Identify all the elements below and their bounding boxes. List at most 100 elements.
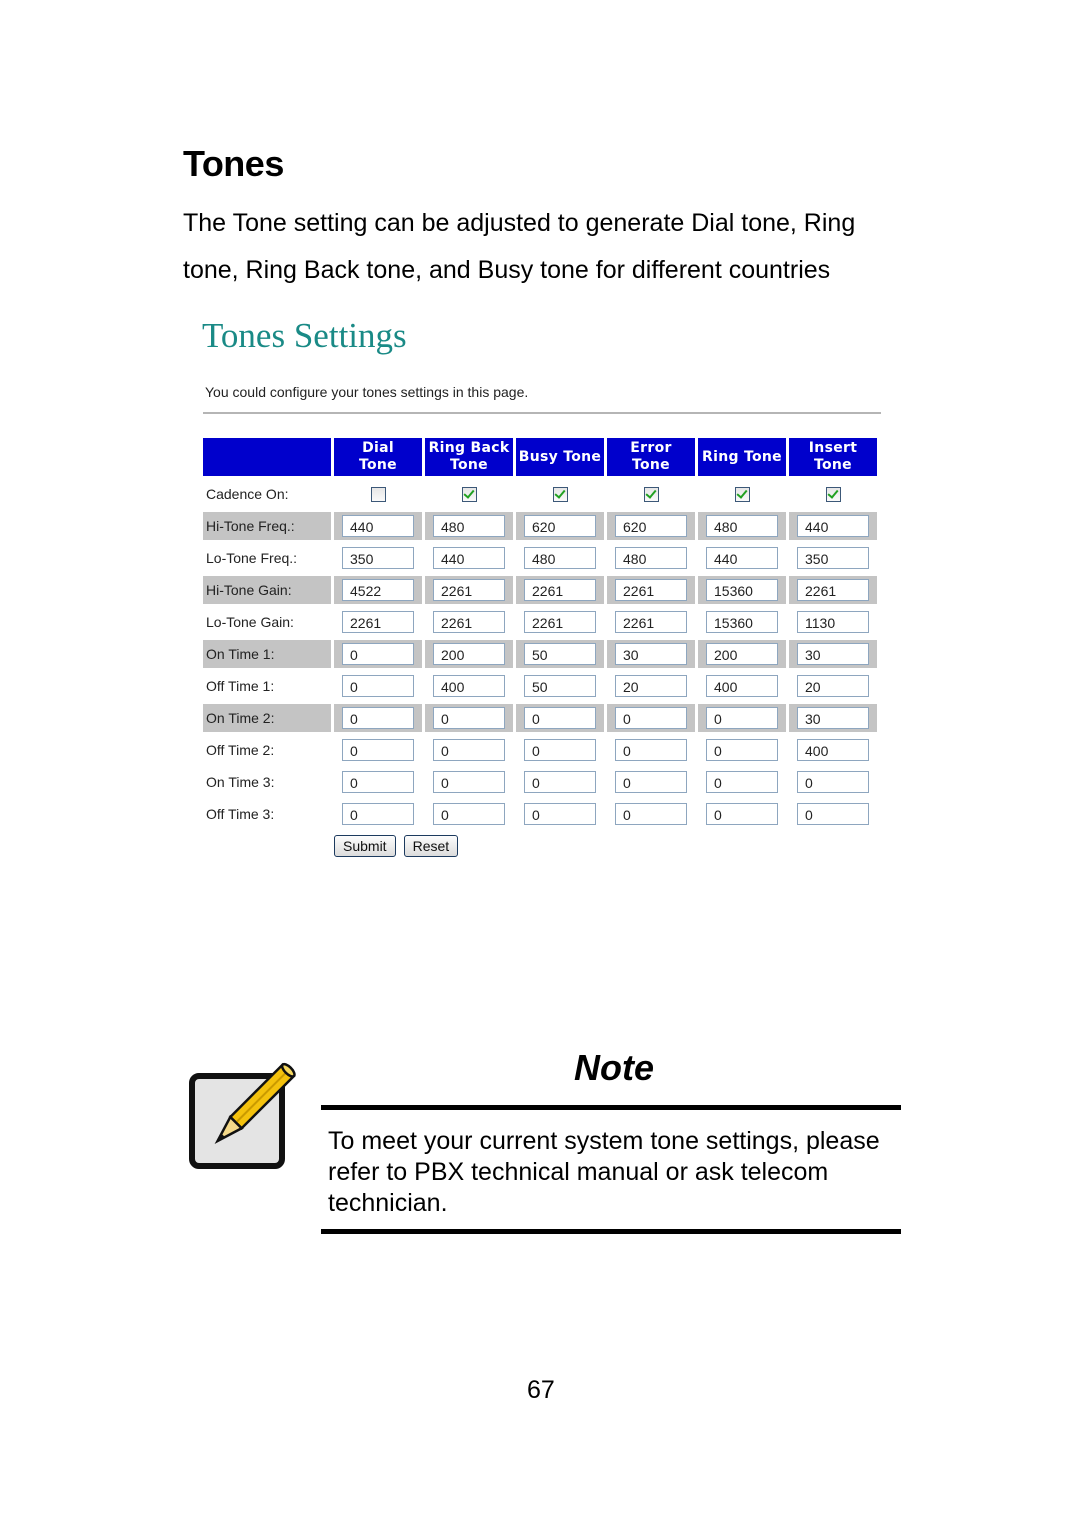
table-row: On Time 2: 0 0 0 0 0 30 — [203, 704, 877, 732]
submit-button[interactable]: Submit — [334, 835, 396, 857]
document-title: Tones — [183, 143, 284, 184]
cadence-checkbox-ring-tone[interactable] — [734, 487, 750, 503]
page-number: 67 — [527, 1376, 555, 1404]
value-input-ring-back-tone[interactable]: 200 — [433, 643, 505, 665]
table-row: On Time 3: 0 0 0 0 0 0 — [203, 768, 877, 796]
value-input-ring-back-tone[interactable]: 0 — [433, 803, 505, 825]
value-input-dial-tone[interactable]: 0 — [342, 771, 414, 793]
value-input-ring-back-tone[interactable]: 0 — [433, 707, 505, 729]
value-input-ring-tone[interactable]: 0 — [706, 739, 778, 761]
value-input-dial-tone[interactable]: 0 — [342, 675, 414, 697]
value-input-insert-tone[interactable]: 440 — [797, 515, 869, 537]
value-input-dial-tone[interactable]: 0 — [342, 707, 414, 729]
value-input-ring-tone[interactable]: 15360 — [706, 579, 778, 601]
value-input-ring-tone[interactable]: 400 — [706, 675, 778, 697]
value-input-error-tone[interactable]: 20 — [615, 675, 687, 697]
row-label: Hi-Tone Freq.: — [203, 512, 331, 540]
value-input-ring-back-tone[interactable]: 440 — [433, 547, 505, 569]
button-row: Submit Reset — [203, 832, 877, 860]
value-input-dial-tone[interactable]: 0 — [342, 803, 414, 825]
row-label: Cadence On: — [206, 486, 289, 502]
value-input-insert-tone[interactable]: 350 — [797, 547, 869, 569]
value-input-error-tone[interactable]: 620 — [615, 515, 687, 537]
value-input-ring-back-tone[interactable]: 480 — [433, 515, 505, 537]
value-input-busy-tone[interactable]: 0 — [524, 771, 596, 793]
table-row: On Time 1: 0 200 50 30 200 30 — [203, 640, 877, 668]
value-input-busy-tone[interactable]: 0 — [524, 739, 596, 761]
value-input-insert-tone[interactable]: 1130 — [797, 611, 869, 633]
row-label: Off Time 2: — [206, 742, 275, 758]
tones-settings-title: Tones Settings — [202, 316, 407, 355]
value-input-insert-tone[interactable]: 400 — [797, 739, 869, 761]
value-input-dial-tone[interactable]: 350 — [342, 547, 414, 569]
column-header-insert-tone: Insert Tone — [789, 438, 877, 476]
value-input-error-tone[interactable]: 0 — [615, 771, 687, 793]
value-input-dial-tone[interactable]: 0 — [342, 739, 414, 761]
value-input-insert-tone[interactable]: 0 — [797, 803, 869, 825]
cadence-checkbox-busy-tone[interactable] — [552, 487, 568, 503]
value-input-busy-tone[interactable]: 2261 — [524, 579, 596, 601]
value-input-ring-back-tone[interactable]: 2261 — [433, 611, 505, 633]
value-input-dial-tone[interactable]: 440 — [342, 515, 414, 537]
column-header-busy-tone: Busy Tone — [516, 438, 604, 476]
value-input-ring-tone[interactable]: 440 — [706, 547, 778, 569]
value-input-dial-tone[interactable]: 0 — [342, 643, 414, 665]
column-header-line: Dial — [362, 440, 394, 456]
cadence-checkbox-dial-tone[interactable] — [370, 487, 386, 503]
column-header-line: Ring Back — [428, 440, 510, 456]
value-input-ring-tone[interactable]: 480 — [706, 515, 778, 537]
value-input-busy-tone[interactable]: 50 — [524, 643, 596, 665]
intro-paragraph: The Tone setting can be adjusted to gene… — [183, 209, 856, 284]
reset-button[interactable]: Reset — [403, 835, 459, 857]
value-input-ring-tone[interactable]: 0 — [706, 771, 778, 793]
value-input-ring-tone[interactable]: 200 — [706, 643, 778, 665]
value-input-busy-tone[interactable]: 2261 — [524, 611, 596, 633]
value-input-error-tone[interactable]: 0 — [615, 739, 687, 761]
row-label: On Time 1: — [203, 640, 331, 668]
value-input-insert-tone[interactable]: 20 — [797, 675, 869, 697]
value-input-ring-back-tone[interactable]: 400 — [433, 675, 505, 697]
tones-table: Dial Tone Ring Back Tone Busy Tone Error T… — [200, 434, 880, 864]
cadence-checkbox-ring-back-tone[interactable] — [461, 487, 477, 503]
value-input-dial-tone[interactable]: 2261 — [342, 611, 414, 633]
table-row: Hi-Tone Gain: 4522 2261 2261 2261 15360 2261 — [203, 576, 877, 604]
pencil-notepad-icon — [189, 1062, 296, 1169]
column-header-dial-tone: Dial Tone — [334, 438, 422, 476]
cadence-row: Cadence On: — [203, 480, 877, 508]
row-label: Lo-Tone Freq.: — [206, 550, 298, 566]
value-input-busy-tone[interactable]: 0 — [524, 803, 596, 825]
table-row: Off Time 1: 0 400 50 20 400 20 — [203, 672, 877, 700]
value-input-error-tone[interactable]: 480 — [615, 547, 687, 569]
cadence-checkbox-error-tone[interactable] — [643, 487, 659, 503]
value-input-ring-back-tone[interactable]: 2261 — [433, 579, 505, 601]
value-input-busy-tone[interactable]: 50 — [524, 675, 596, 697]
header-row: Dial Tone Ring Back Tone Busy Tone Error T… — [203, 438, 877, 476]
value-input-error-tone[interactable]: 0 — [615, 707, 687, 729]
value-input-error-tone[interactable]: 2261 — [615, 611, 687, 633]
value-input-ring-tone[interactable]: 0 — [706, 707, 778, 729]
note-top-rule — [321, 1105, 901, 1110]
value-input-ring-back-tone[interactable]: 0 — [433, 771, 505, 793]
value-input-error-tone[interactable]: 0 — [615, 803, 687, 825]
row-label: On Time 3: — [206, 774, 275, 790]
value-input-insert-tone[interactable]: 0 — [797, 771, 869, 793]
row-label: On Time 2: — [203, 704, 331, 732]
value-input-error-tone[interactable]: 2261 — [615, 579, 687, 601]
value-input-busy-tone[interactable]: 0 — [524, 707, 596, 729]
note-title: Note — [574, 1047, 654, 1088]
value-input-error-tone[interactable]: 30 — [615, 643, 687, 665]
value-input-busy-tone[interactable]: 480 — [524, 547, 596, 569]
value-input-ring-tone[interactable]: 15360 — [706, 611, 778, 633]
cadence-checkbox-insert-tone[interactable] — [825, 487, 841, 503]
value-input-insert-tone[interactable]: 30 — [797, 643, 869, 665]
value-input-ring-tone[interactable]: 0 — [706, 803, 778, 825]
column-header-error-tone: Error Tone — [607, 438, 695, 476]
value-input-insert-tone[interactable]: 2261 — [797, 579, 869, 601]
column-header-line: Tone — [450, 457, 488, 473]
value-input-dial-tone[interactable]: 4522 — [342, 579, 414, 601]
value-input-busy-tone[interactable]: 620 — [524, 515, 596, 537]
table-row: Lo-Tone Gain: 2261 2261 2261 2261 15360 1130 — [203, 608, 877, 636]
value-input-insert-tone[interactable]: 30 — [797, 707, 869, 729]
table-row: Off Time 2: 0 0 0 0 0 400 — [203, 736, 877, 764]
value-input-ring-back-tone[interactable]: 0 — [433, 739, 505, 761]
